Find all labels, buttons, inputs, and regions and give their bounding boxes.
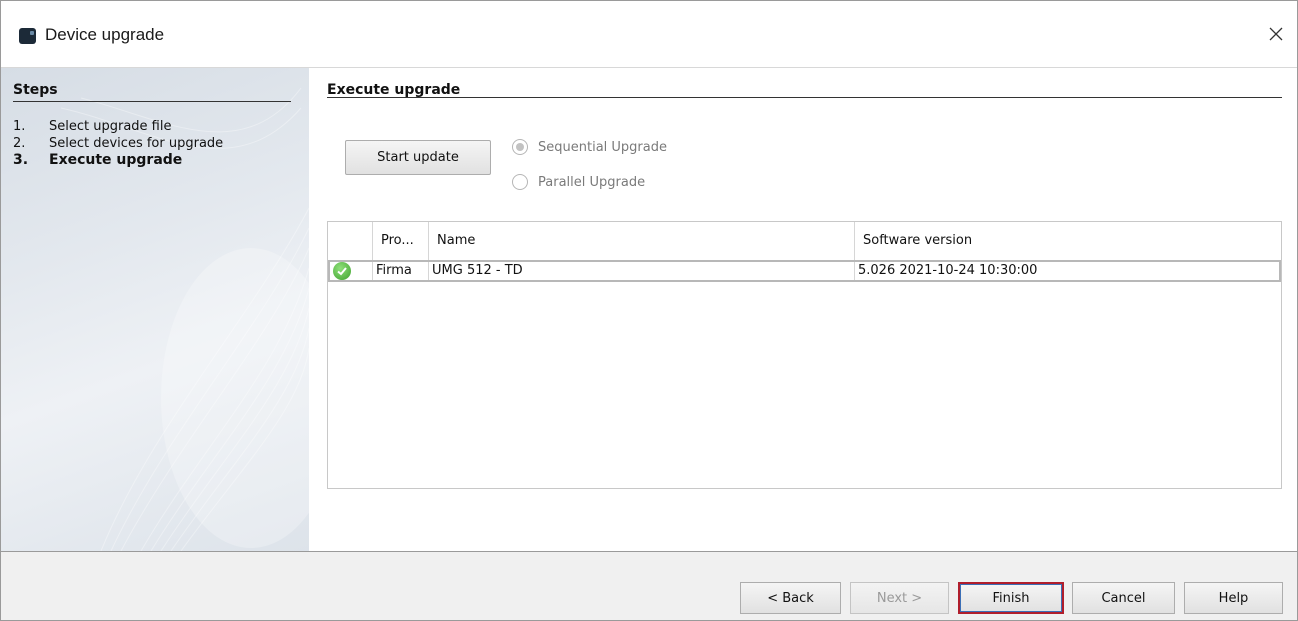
step-item-3: 3. Execute upgrade [13,152,223,169]
column-header-status[interactable] [328,222,373,260]
content-heading: Execute upgrade [327,82,461,98]
step-number: 1. [13,119,26,134]
sequential-upgrade-label: Sequential Upgrade [538,139,667,155]
steps-heading: Steps [13,82,58,98]
close-icon [1269,27,1283,41]
next-button[interactable]: Next > [850,582,949,614]
check-icon [333,262,351,280]
step-label: Execute upgrade [49,152,183,168]
row-status-cell [330,262,373,280]
table-row[interactable]: Firma UMG 512 - TD 5.026 2021-10-24 10:3… [328,260,1281,282]
row-name-cell: UMG 512 - TD [429,262,855,280]
parallel-upgrade-option[interactable]: Parallel Upgrade [512,172,645,192]
step-item-2: 2. Select devices for upgrade [13,135,223,152]
column-header-name[interactable]: Name [429,222,855,260]
sequential-upgrade-option[interactable]: Sequential Upgrade [512,137,667,157]
finish-button-label: Finish [960,584,1062,612]
sequential-upgrade-radio[interactable] [512,139,528,155]
parallel-upgrade-label: Parallel Upgrade [538,174,646,190]
device-upgrade-dialog: Device upgrade Steps 1. Select upgrade f… [0,0,1298,621]
row-software-version-cell: 5.026 2021-10-24 10:30:00 [858,263,1038,278]
window-title: Device upgrade [45,25,165,44]
steps-panel: Steps 1. Select upgrade file 2. Select dev… [1,68,309,551]
finish-button[interactable]: Finish [958,582,1064,614]
step-number: 2. [13,136,26,151]
step-label: Select upgrade file [49,119,172,134]
content-divider [327,97,1282,98]
parallel-upgrade-radio[interactable] [512,174,528,190]
title-bar: Device upgrade [1,1,1297,68]
step-number: 3. [13,152,29,168]
help-button[interactable]: Help [1184,582,1283,614]
table-header: Pro... Name Software version [328,222,1281,261]
content-panel: Execute upgrade Start update Sequential … [309,68,1297,551]
close-button[interactable] [1261,19,1291,49]
step-label: Select devices for upgrade [49,136,224,151]
row-protocol-cell: Firma [373,262,429,280]
app-icon [19,28,36,44]
start-update-button[interactable]: Start update [345,140,491,175]
step-item-1: 1. Select upgrade file [13,118,223,135]
devices-table: Pro... Name Software version Firma UMG 5… [327,221,1282,489]
button-bar: < Back Next > Finish Cancel Help [1,551,1297,620]
back-button[interactable]: < Back [740,582,841,614]
steps-divider [13,101,291,102]
column-header-software-version[interactable]: Software version [855,222,1281,260]
steps-list: 1. Select upgrade file 2. Select devices f… [13,118,223,169]
column-header-protocol[interactable]: Pro... [373,222,429,260]
cancel-button[interactable]: Cancel [1072,582,1175,614]
